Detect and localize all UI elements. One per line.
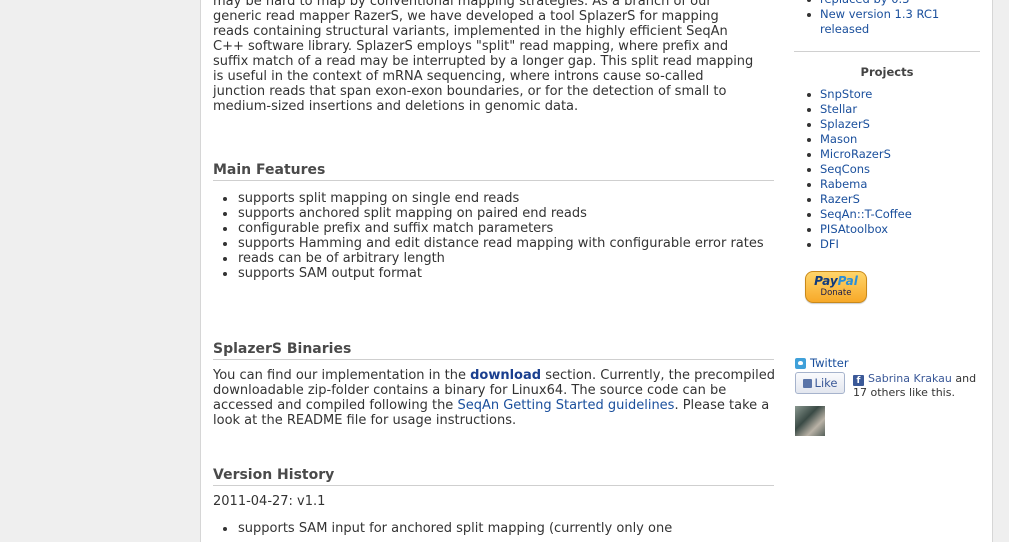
version-history-heading: Version History <box>213 466 774 486</box>
news-item[interactable]: replaced by 0.3 <box>807 0 980 7</box>
content-page: may be hard to map by conventional mappi… <box>200 0 993 542</box>
intro-line: generic read mapper RazerS, we have deve… <box>213 9 719 24</box>
facebook-user-link[interactable]: Sabrina Krakau <box>868 372 952 385</box>
feature-item: supports anchored split mapping on paire… <box>223 206 769 221</box>
feature-item: supports SAM output format <box>223 266 769 281</box>
intro-line: suffix match of a read may be interrupte… <box>213 54 754 69</box>
facebook-like-text: f Sabrina Krakau and 17 others like this. <box>853 372 983 400</box>
download-link[interactable]: download <box>470 368 541 383</box>
thumbs-up-icon <box>802 378 812 388</box>
getting-started-link[interactable]: SeqAn Getting Started guidelines <box>457 398 674 413</box>
facebook-like-button[interactable]: Like <box>795 372 845 394</box>
project-link[interactable]: SnpStore <box>807 87 980 102</box>
feature-item: reads can be of arbitrary length <box>223 251 769 266</box>
like-label: Like <box>814 376 838 390</box>
intro-line: may be hard to map by conventional mappi… <box>213 0 712 9</box>
news-item[interactable]: New version 1.3 RC1 released <box>807 7 980 37</box>
project-link[interactable]: SeqAn::T-Coffee <box>807 207 980 222</box>
twitter-link[interactable]: Twitter <box>795 356 849 370</box>
intro-line: reads containing structural variants, im… <box>213 24 728 39</box>
project-link[interactable]: Rabema <box>807 177 980 192</box>
avatar[interactable] <box>795 406 825 436</box>
feature-item: supports Hamming and edit distance read … <box>223 236 769 251</box>
binaries-heading: SplazerS Binaries <box>213 340 774 360</box>
paypal-logo: PayPal <box>806 274 866 288</box>
paypal-donate-label: Donate <box>820 288 852 298</box>
features-list: supports split mapping on single end rea… <box>213 191 769 281</box>
sidebar-divider <box>794 51 980 52</box>
news-list: replaced by 0.3New version 1.3 RC1 relea… <box>794 0 980 37</box>
paypal-brand-1: Pay <box>814 274 838 288</box>
projects-list: SnpStore Stellar SplazerS Mason MicroRazerS S… <box>794 87 980 252</box>
project-link[interactable]: SplazerS <box>807 117 980 132</box>
paypal-brand-2: Pal <box>837 274 858 288</box>
intro-line: medium-sized insertions and deletions in… <box>213 99 579 114</box>
paypal-donate-button[interactable]: PayPal Donate <box>805 271 867 303</box>
project-link[interactable]: MicroRazerS <box>807 147 980 162</box>
binaries-text-1: You can find our implementation in the <box>213 368 471 383</box>
project-link[interactable]: PISAtoolbox <box>807 222 980 237</box>
intro-paragraph: may be hard to map by conventional mappi… <box>213 0 779 114</box>
twitter-icon <box>795 357 806 369</box>
twitter-label: Twitter <box>810 356 849 370</box>
intro-line: junction reads that span exon-exon bound… <box>213 84 727 99</box>
main-features-heading: Main Features <box>213 161 774 181</box>
project-link[interactable]: Mason <box>807 132 980 147</box>
history-list: supports SAM input for anchored split ma… <box>213 521 769 536</box>
project-link[interactable]: DFI <box>807 237 980 252</box>
intro-line: is useful in the context of mRNA sequenc… <box>213 69 704 84</box>
project-link[interactable]: RazerS <box>807 192 980 207</box>
binaries-paragraph: You can find our implementation in the d… <box>213 368 779 428</box>
feature-item: supports split mapping on single end rea… <box>223 191 769 206</box>
version-line: 2011-04-27: v1.1 <box>213 494 326 509</box>
project-link[interactable]: SeqCons <box>807 162 980 177</box>
feature-item: configurable prefix and suffix match par… <box>223 221 769 236</box>
facebook-icon: f <box>853 375 864 386</box>
history-item: supports SAM input for anchored split ma… <box>223 521 769 536</box>
projects-heading: Projects <box>860 65 914 79</box>
project-link[interactable]: Stellar <box>807 102 980 117</box>
intro-line: C++ software library. SplazerS employs "… <box>213 39 729 54</box>
